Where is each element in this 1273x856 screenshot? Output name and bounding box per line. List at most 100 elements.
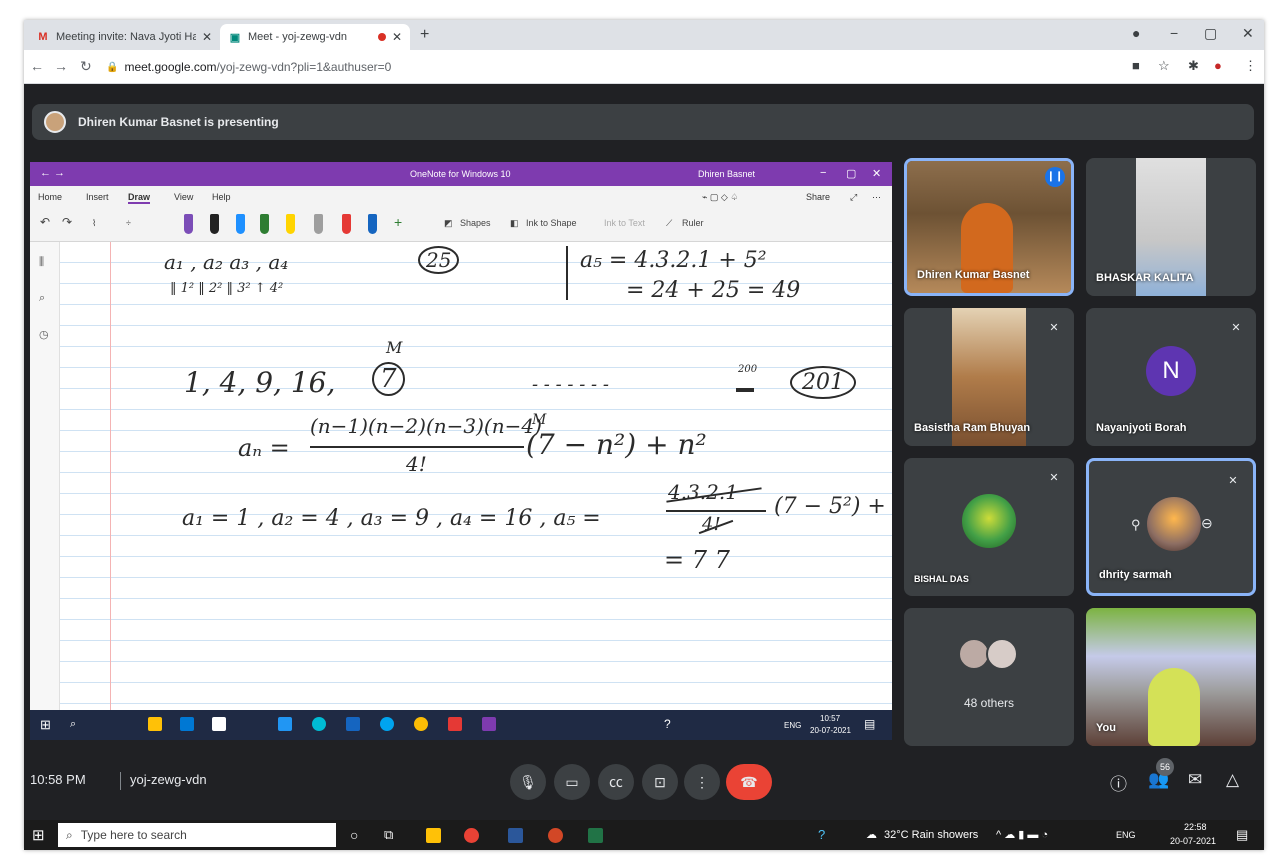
divider xyxy=(120,772,121,790)
participant-tile[interactable]: ✕ Basistha Ram Bhuyan xyxy=(904,308,1074,446)
captions-button[interactable]: ㏄ xyxy=(598,764,634,800)
shapes-icon[interactable]: ◩ xyxy=(444,218,453,229)
tab-insert[interactable]: Insert xyxy=(86,192,109,202)
file-explorer-icon[interactable] xyxy=(426,828,441,843)
ruler-button[interactable]: Ruler xyxy=(682,218,704,228)
onenote-minimize-icon[interactable]: − xyxy=(820,167,826,179)
camera-indicator-icon[interactable]: ■ xyxy=(1132,58,1140,73)
tab-home[interactable]: Home xyxy=(38,192,62,202)
microphone-button[interactable]: 🎙 xyxy=(510,764,546,800)
camera-button[interactable]: ▭ xyxy=(554,764,590,800)
pen-yellow[interactable] xyxy=(286,214,295,234)
ink-fraction-bar xyxy=(310,446,524,448)
bookmark-star-icon[interactable]: ☆ xyxy=(1158,58,1170,74)
taskbar-search-input[interactable]: ⌕ Type here to search xyxy=(58,823,336,847)
meeting-details-icon[interactable]: ⓘ xyxy=(1110,770,1127,795)
cortana-icon[interactable]: ○ xyxy=(350,827,358,843)
host-lang[interactable]: ENG xyxy=(1116,830,1136,840)
pen-grey[interactable] xyxy=(314,214,323,234)
remove-icon[interactable]: ⊖ xyxy=(1201,515,1213,532)
url-field[interactable]: 🔒 meet.google.com /yoj-zewg-vdn?pli=1&au… xyxy=(106,56,1106,78)
activities-icon[interactable]: △ xyxy=(1226,770,1239,790)
ink-to-shape-button[interactable]: Ink to Shape xyxy=(526,218,577,228)
onenote-back-forward-icon[interactable]: ← → xyxy=(40,167,65,179)
participant-tile[interactable]: N ✕ Nayanjyoti Borah xyxy=(1086,308,1256,446)
redo-icon[interactable]: ↷ xyxy=(62,215,72,229)
back-icon[interactable]: ← xyxy=(30,58,44,74)
task-view-icon[interactable]: ⧉ xyxy=(384,827,393,843)
ink-to-shape-icon[interactable]: ◧ xyxy=(510,218,519,229)
pen-green[interactable] xyxy=(260,214,269,234)
speaking-indicator-icon: ❙❙ xyxy=(1045,167,1065,187)
present-button[interactable]: ⊡ xyxy=(642,764,678,800)
share-button[interactable]: Share xyxy=(806,192,830,202)
extension-avatar-icon[interactable]: ● xyxy=(1214,58,1222,73)
participant-tile[interactable]: ✕ ⚲ ⊖ dhrity sarmah xyxy=(1086,458,1256,596)
ink-fraction-bar-2 xyxy=(666,510,766,512)
tab-title: Meeting invite: Nava Jyoti Hazari xyxy=(56,31,196,43)
ink-to-text-button[interactable]: Ink to Text xyxy=(604,218,645,228)
participant-tile[interactable]: 48 others xyxy=(904,608,1074,746)
extensions-icon[interactable]: ✱ xyxy=(1188,58,1199,74)
tab-meet[interactable]: ▣ Meet - yoj-zewg-vdn ✕ xyxy=(220,24,410,50)
powerpoint-icon[interactable] xyxy=(548,828,563,843)
forward-icon[interactable]: → xyxy=(54,58,68,74)
excel-icon[interactable] xyxy=(588,828,603,843)
tab-gmail[interactable]: M Meeting invite: Nava Jyoti Hazari ✕ xyxy=(28,24,220,50)
add-pen-icon[interactable]: + xyxy=(394,214,402,230)
pin-icon[interactable]: ⚲ xyxy=(1131,517,1141,533)
browser-menu-icon[interactable]: ⋮ xyxy=(1244,58,1257,74)
notebooks-icon[interactable]: ⫼ xyxy=(39,256,44,269)
more-icon[interactable]: ⋯ xyxy=(872,192,881,203)
new-tab-icon[interactable]: + xyxy=(420,26,429,44)
tab-help[interactable]: Help xyxy=(212,192,231,202)
ink-m-label: M xyxy=(386,338,403,357)
close-icon[interactable]: ✕ xyxy=(202,30,212,44)
participant-tile[interactable]: You xyxy=(1086,608,1256,746)
browser-tab-strip: M Meeting invite: Nava Jyoti Hazari ✕ ▣ … xyxy=(24,20,1264,50)
onenote-toolbar-icons[interactable]: ⌁ ▢ ◇ ♤ xyxy=(702,192,738,203)
word-icon[interactable] xyxy=(508,828,523,843)
action-center-icon[interactable]: ▤ xyxy=(1236,827,1248,843)
host-time[interactable]: 22:58 xyxy=(1184,822,1207,832)
add-space-icon[interactable]: ÷ xyxy=(126,218,131,228)
system-tray-icons[interactable]: ^ ☁ ▮ ▬ ◔ xyxy=(996,828,1048,841)
windows-start-icon[interactable]: ⊞ xyxy=(32,826,45,844)
onenote-page[interactable]: a₁ , a₂ a₃ , a₄ 25 ‖ 1² ‖ 2² ‖ 3² ↑ 4² a… xyxy=(60,242,892,710)
ink-formula-lhs: aₙ = xyxy=(238,434,290,462)
onenote-maximize-icon[interactable]: ▢ xyxy=(846,167,856,180)
host-date[interactable]: 20-07-2021 xyxy=(1170,836,1216,846)
maximize-icon[interactable]: ▢ xyxy=(1204,25,1217,42)
reload-icon[interactable]: ↻ xyxy=(80,58,92,75)
leave-call-button[interactable]: ☎ xyxy=(726,764,772,800)
ruler-icon[interactable]: ⟋ xyxy=(666,218,672,229)
participant-tile[interactable]: ✕ BISHAL DAS xyxy=(904,458,1074,596)
shapes-button[interactable]: Shapes xyxy=(460,218,491,228)
pen-black[interactable] xyxy=(210,214,219,234)
lasso-icon[interactable]: ⌇ xyxy=(92,218,96,229)
pen-red[interactable] xyxy=(342,214,351,234)
tab-view[interactable]: View xyxy=(174,192,193,202)
chat-icon[interactable]: ✉ xyxy=(1188,770,1202,790)
undo-icon[interactable]: ↶ xyxy=(40,215,50,229)
onenote-close-icon[interactable]: ✕ xyxy=(872,167,881,180)
search-icon[interactable]: ⌕ xyxy=(39,292,45,305)
profile-icon[interactable]: ● xyxy=(1132,25,1140,41)
more-options-button[interactable]: ⋮ xyxy=(684,764,720,800)
minimize-icon[interactable]: − xyxy=(1170,25,1178,41)
participant-tile[interactable]: ❙❙ Dhiren Kumar Basnet xyxy=(904,158,1074,296)
chrome-icon[interactable] xyxy=(464,828,479,843)
recent-icon[interactable]: ◷ xyxy=(39,328,49,341)
window-close-icon[interactable]: ✕ xyxy=(1242,25,1254,42)
close-icon[interactable]: ✕ xyxy=(392,30,402,44)
participant-tile[interactable]: BHASKAR KALITA xyxy=(1086,158,1256,296)
weather-text[interactable]: 32°C Rain showers xyxy=(884,829,978,841)
expand-icon[interactable]: ⤢ xyxy=(850,192,857,203)
tab-draw[interactable]: Draw xyxy=(128,192,151,204)
ink-200: 200 xyxy=(738,364,758,375)
pen-navy[interactable] xyxy=(368,214,377,234)
pen-blue[interactable] xyxy=(236,214,245,234)
ink-formula-rhs: (7 − n²) + n² xyxy=(526,428,707,461)
help-icon[interactable]: ? xyxy=(818,827,825,842)
pen-purple[interactable] xyxy=(184,214,193,234)
